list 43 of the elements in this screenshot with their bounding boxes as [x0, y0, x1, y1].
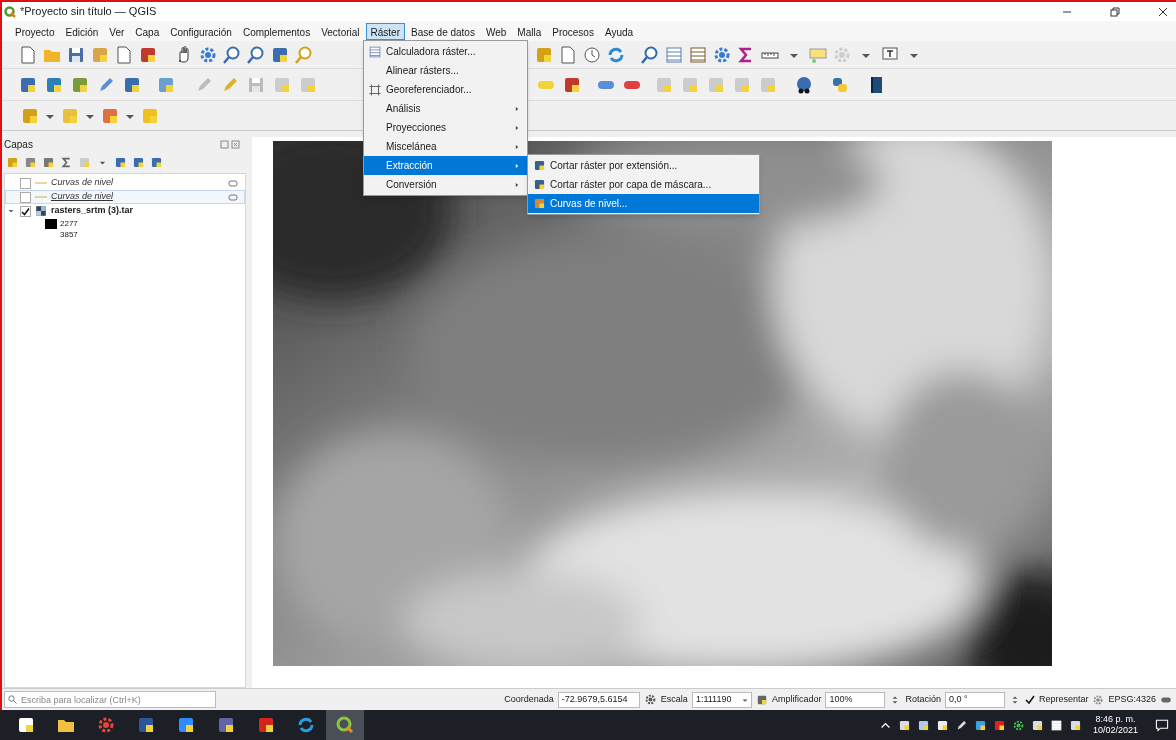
menu-item[interactable]: Miscelánea — [364, 137, 527, 156]
legend-label: 3857 — [60, 228, 78, 241]
crs-button[interactable]: EPSG:4326 — [1108, 692, 1156, 707]
menu-item[interactable]: Vectorial — [316, 22, 365, 40]
rotation-field[interactable]: 0,0 ° — [944, 691, 1005, 708]
scale-field[interactable]: 1:111190 — [691, 691, 752, 708]
locator-field[interactable]: Escriba para localizar (Ctrl+K) — [4, 691, 216, 708]
menu-item[interactable]: Georeferenciador... — [364, 80, 527, 99]
menu-item[interactable]: Proyecto — [10, 22, 60, 40]
menu-item[interactable]: Base de datos — [406, 22, 480, 40]
menu-item[interactable]: Procesos — [547, 22, 599, 40]
menu-item[interactable]: Edición — [60, 22, 104, 40]
menu-item[interactable]: Cortar ráster por extensión... — [528, 156, 759, 175]
menu-item[interactable]: Malla — [512, 22, 547, 40]
scale-label: Escala — [660, 692, 688, 706]
coordinate-label: Coordenada — [504, 692, 554, 706]
menu-item[interactable]: Cortar ráster por capa de máscara... — [528, 175, 759, 194]
menu-item[interactable]: Configuración — [165, 22, 237, 40]
menu-item[interactable]: Alinear rásters... — [364, 61, 527, 80]
magnifier-label: Amplificador — [771, 692, 822, 706]
rotation-label: Rotación — [905, 692, 941, 706]
magnifier-field[interactable]: 100% — [825, 691, 886, 708]
render-label: Representar — [1038, 692, 1089, 706]
clock-date[interactable]: 10/02/2021 — [1092, 725, 1138, 736]
menu-item[interactable]: Análisis — [364, 99, 527, 118]
clock-time[interactable]: 8:46 p. m. — [1095, 714, 1136, 725]
layer-name[interactable]: Curvas de nivel — [51, 176, 224, 190]
menu-item[interactable]: Web — [480, 22, 512, 40]
menu-item[interactable]: Ver — [104, 22, 130, 40]
menu-item[interactable]: Complementos — [237, 22, 316, 40]
menu-item[interactable]: Calculadora ráster... — [364, 42, 527, 61]
legend-label: 2277 — [60, 217, 78, 230]
coordinate-field[interactable]: -72.9679,5.6154 — [557, 691, 640, 708]
window-title: *Proyecto sin título — QGIS — [20, 4, 157, 20]
menu-item[interactable]: Ayuda — [599, 22, 639, 40]
menu-item[interactable]: Capa — [130, 22, 165, 40]
menu-item[interactable]: Proyecciones — [364, 118, 527, 137]
menu-item[interactable]: Curvas de nivel... — [528, 194, 759, 213]
menu-item[interactable]: Extracción — [364, 156, 527, 175]
menu-item[interactable]: Ráster — [365, 22, 405, 40]
menu-item[interactable]: Conversión — [364, 175, 527, 194]
panel-title: Capas — [4, 137, 34, 152]
layer-name[interactable]: rasters_srtm (3).tar — [51, 204, 244, 218]
